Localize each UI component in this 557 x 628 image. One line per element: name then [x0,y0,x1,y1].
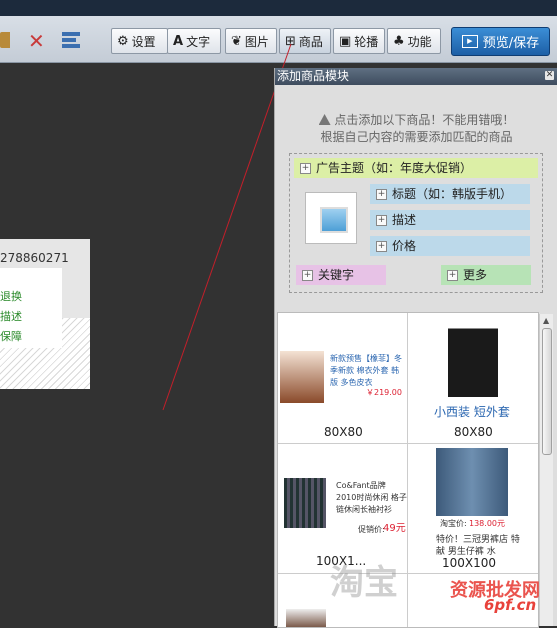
module-builder: + 广告主题（如：年度大促销） + 标题（如：韩版手机） + 描述 + 价格 +… [289,153,543,293]
product-photo [284,478,326,528]
product-price-label: 促销价: [358,525,385,534]
product-grid-icon: ⊞ [285,33,296,49]
product-template-4[interactable]: 淘宝价: 138.00元 特价！三冠男裤店 特献 男生仔裤 水 100X100 [408,444,538,573]
product-template-1[interactable]: 新款预售【橡菲】冬季新款 棉衣外套 韩版 多色皮衣 ￥219.00 80X80 [278,313,407,443]
notice-line-1: 点击添加以下商品！不能用错哦！ [334,113,515,127]
scroll-thumb[interactable] [542,328,552,455]
add-product-panel: 添加商品模块 ✕ 点击添加以下商品！不能用错哦！ 根据自己内容的需要添加匹配的商… [274,68,557,628]
row-divider [278,573,538,574]
canvas-module-card[interactable]: 278860271 退换 描述 保障 [0,239,90,389]
card-line-guarantee: 保障 [0,330,22,343]
image-button[interactable]: ❦ 图片 [225,28,277,54]
product-price: 49元 [383,523,406,534]
panel-notice: 点击添加以下商品！不能用错哦！ 根据自己内容的需要添加匹配的商品 [275,112,557,146]
gear-icon: ⚙ [117,33,129,49]
panel-title: 添加商品模块 [277,69,350,83]
plus-icon: + [376,189,387,200]
carousel-icon: ▣ [339,33,352,49]
product-text: 新款预售【橡菲】冬季新款 棉衣外套 韩版 多色皮衣 [330,354,402,387]
add-description[interactable]: + 描述 [370,210,530,230]
top-toolbar: ✕ ⚙ 设置 A 文字 ❦ 图片 ⊞ 商品 ▣ 轮播 ♣ 功能 ▶ 预览/保存 [0,0,557,63]
preview-save-button[interactable]: ▶ 预览/保存 [451,27,550,56]
plus-icon: + [376,241,387,252]
plus-icon: + [300,163,311,174]
title-strip [0,0,557,16]
product-title: 小西装 短外套 [434,405,510,419]
add-title[interactable]: + 标题（如：韩版手机） [370,184,530,204]
add-ad-theme[interactable]: + 广告主题（如：年度大促销） [294,158,538,178]
product-price: ￥219.00 [366,388,402,397]
warning-icon [318,114,331,125]
delete-icon[interactable]: ✕ [28,29,45,53]
text-button[interactable]: A 文字 [167,28,221,54]
product-price-label: 淘宝价: [440,519,467,528]
product-size: 80X80 [324,425,363,439]
image-placeholder[interactable] [305,192,357,244]
scroll-up-icon[interactable]: ▲ [543,316,549,325]
lock-icon[interactable] [0,32,10,48]
function-button[interactable]: ♣ 功能 [387,28,441,54]
list-scrollbar[interactable]: ▲ [539,314,553,626]
plus-icon: + [447,270,458,281]
text-a-icon: A [173,33,184,49]
add-price[interactable]: + 价格 [370,236,530,256]
product-text: 特价！三冠男裤店 特献 男生仔裤 水 [436,535,520,557]
product-button[interactable]: ⊞ 商品 [279,28,331,54]
card-line-exchange: 退换 [0,290,22,303]
product-text: Co&Fant品牌 2010时尚休闲 格子链休闲长袖衬衫 [336,481,407,514]
product-photo [436,448,508,516]
product-template-2[interactable]: 小西装 短外套 80X80 [408,313,538,443]
card-number: 278860271 [0,251,69,265]
card-inner: 退换 描述 保障 [0,268,62,348]
faded-watermark: 淘宝 [330,563,398,603]
product-template-3[interactable]: Co&Fant品牌 2010时尚休闲 格子链休闲长袖衬衫 促销价: 49元 10… [278,444,407,573]
add-more[interactable]: + 更多 [441,265,531,285]
product-photo [280,351,324,403]
product-price: 138.00元 [469,519,505,528]
product-photo [286,609,326,627]
product-photo [448,321,498,397]
card-line-desc: 描述 [0,310,22,323]
plus-icon: + [302,270,313,281]
product-size: 100X100 [442,556,497,570]
add-keyword[interactable]: + 关键字 [296,265,386,285]
site-url-watermark: 6pf.cn [484,596,537,614]
play-icon: ▶ [461,35,478,48]
picture-icon [320,207,348,233]
function-icon: ♣ [393,33,405,49]
product-size: 80X80 [454,425,493,439]
align-icon[interactable] [62,30,88,52]
carousel-button[interactable]: ▣ 轮播 [333,28,385,54]
panel-header: 添加商品模块 ✕ [275,68,557,85]
plus-icon: + [376,215,387,226]
close-icon[interactable]: ✕ [545,71,554,80]
image-icon: ❦ [231,33,242,49]
settings-button[interactable]: ⚙ 设置 [111,28,168,54]
notice-line-2: 根据自己内容的需要添加匹配的商品 [320,130,513,144]
